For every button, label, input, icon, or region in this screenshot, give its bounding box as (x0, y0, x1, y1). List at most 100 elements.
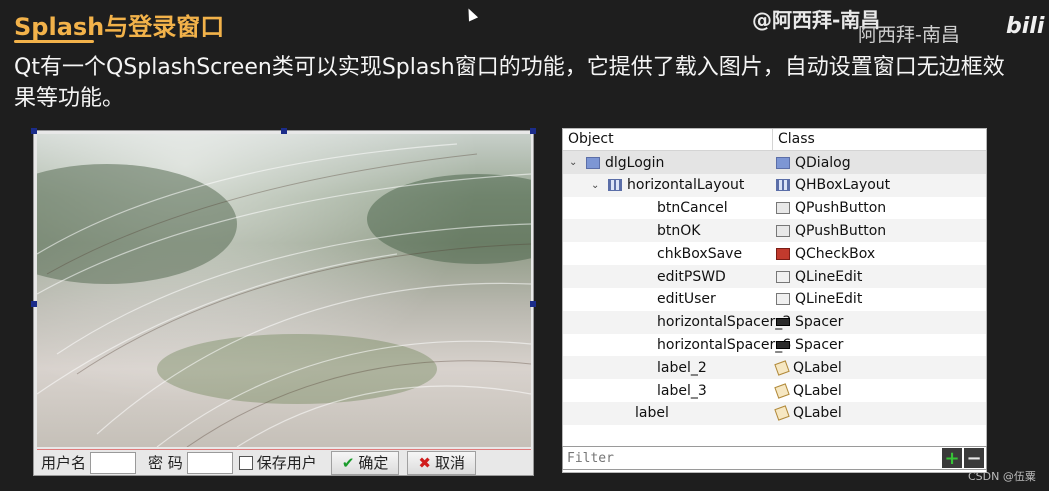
tree-row-class-name: QCheckBox (795, 245, 876, 262)
slide-title: Splash与登录窗口 (14, 6, 224, 42)
password-input[interactable] (186, 451, 233, 474)
tree-row[interactable]: horizontalSpacer_3 Spacer (563, 310, 986, 334)
spacer-icon (776, 340, 790, 349)
inspector-header: Object Class (563, 129, 986, 151)
tree-row[interactable]: chkBoxSave QCheckBox (563, 242, 986, 265)
tree-row-class-name: QPushButton (795, 222, 887, 239)
tree-row-object-name: chkBoxSave (657, 245, 743, 262)
tree-row-object-name: horizontalSpacer_6 (657, 336, 792, 353)
cancel-button[interactable]: ✖ 取消 (407, 450, 476, 475)
tree-row-object: horizontalSpacer_3 (657, 314, 791, 330)
tree-row-class-name: QLineEdit (795, 268, 863, 285)
grass-strokes (37, 143, 531, 447)
tree-row[interactable]: btnOK QPushButton (563, 219, 986, 243)
chevron-down-icon[interactable]: ⌄ (569, 157, 581, 168)
tree-row-class-name: QLabel (793, 359, 842, 376)
watermark-sub: 阿西拜-南昌 (858, 24, 960, 46)
layout-icon (776, 179, 790, 192)
tree-row-class-name: QHBoxLayout (795, 177, 891, 194)
bilibili-logo: bili (1006, 14, 1045, 39)
dialog-preview: 用户名 密 码 保存用户 ✔ 确定 ✖ 取消 (31, 128, 536, 476)
filter-input[interactable] (563, 447, 942, 469)
add-icon[interactable]: + (942, 448, 962, 469)
tree-row-object: editPSWD (657, 269, 726, 285)
tree-row-class: QPushButton (776, 223, 886, 239)
label-icon (774, 382, 790, 399)
tree-row[interactable]: editPSWD QLineEdit (563, 265, 986, 288)
check-icon: ✔ (341, 453, 355, 472)
tree-row[interactable]: ⌄ dlgLogin QDialog (563, 151, 986, 174)
tree-row-object-name: label (635, 405, 669, 422)
tree-row[interactable]: ⌄ horizontalLayout QHBoxLayout (563, 173, 986, 197)
tree-row-object: label_3 (657, 383, 707, 399)
resize-handle[interactable] (530, 301, 536, 307)
tree-row-object: btnCancel (657, 200, 728, 216)
spacer-icon (776, 318, 790, 327)
tree-row-class: QLabel (774, 359, 842, 376)
tree-row-class-name: QLabel (793, 405, 842, 422)
tree-row-class: QHBoxLayout (776, 177, 890, 193)
tree-row[interactable]: horizontalSpacer_6 Spacer (563, 333, 986, 356)
tree-row-object: label_2 (657, 360, 707, 376)
filter-bar: + − (562, 446, 987, 470)
tree-row-object-name: label_3 (657, 382, 707, 399)
tree-row[interactable]: editUser QLineEdit (563, 288, 986, 311)
tree-row-class: QLabel (774, 405, 842, 422)
ok-button[interactable]: ✔ 确定 (330, 450, 400, 475)
password-label: 密 码 (148, 454, 183, 472)
tree-row-object: btnOK (657, 223, 700, 239)
save-user-checkbox[interactable] (238, 455, 253, 470)
layout-icon (608, 179, 622, 192)
tree-row-object-name: horizontalSpacer_3 (657, 314, 792, 331)
tree-row-object-name: horizontalLayout (627, 177, 745, 194)
resize-handle[interactable] (281, 128, 287, 134)
tree-row-class: Spacer (776, 337, 843, 353)
resize-handle[interactable] (31, 301, 37, 307)
column-header-object[interactable]: Object (563, 129, 773, 150)
tree-row[interactable]: label_3 QLabel (563, 379, 986, 402)
footer-credit: CSDN @伍粟 (968, 470, 1036, 483)
username-label: 用户名 (41, 454, 87, 472)
resize-handle[interactable] (31, 128, 37, 134)
lineedit-icon (776, 293, 790, 306)
chevron-down-icon[interactable]: ⌄ (591, 180, 603, 191)
tree-row-object-name: editPSWD (657, 268, 726, 285)
tree-row[interactable]: btnCancel QPushButton (563, 197, 986, 220)
tree-row-object: ⌄ horizontalLayout (591, 177, 744, 193)
button-icon (776, 202, 790, 215)
object-inspector: Object Class ⌄ dlgLogin QDialog ⌄ horizontal… (562, 128, 987, 473)
column-header-class[interactable]: Class (773, 129, 815, 150)
tree-row-class-name: Spacer (795, 336, 844, 353)
tree-row-class: QPushButton (776, 200, 886, 216)
tree-row-class: QLineEdit (776, 291, 862, 307)
tree-row-object: editUser (657, 291, 716, 307)
tree-row-class: QCheckBox (776, 246, 875, 262)
tree-row-class-name: QLabel (793, 382, 842, 399)
tree-row[interactable]: label QLabel (563, 401, 986, 425)
username-input[interactable] (90, 451, 137, 474)
slide-title-text: Splash与登录窗口 (14, 13, 225, 41)
tree-row-object-name: editUser (657, 291, 716, 308)
tree-row-object-name: dlgLogin (605, 154, 665, 171)
resize-handle[interactable] (530, 128, 536, 134)
tree-row-class-name: QLineEdit (795, 291, 863, 308)
tree-row-object: horizontalSpacer_6 (657, 337, 791, 353)
tree-row-object-name: btnCancel (657, 200, 728, 217)
mouse-cursor-icon (463, 6, 479, 22)
tree-row-class: Spacer (776, 314, 843, 330)
splash-photo (37, 134, 531, 447)
ok-button-label: 确定 (358, 454, 389, 472)
tree-row[interactable]: label_2 QLabel (563, 356, 986, 380)
tree-row-class: QDialog (776, 155, 851, 171)
lineedit-icon (776, 270, 790, 283)
checkbox-icon (776, 247, 790, 260)
tree-row-class: QLabel (774, 382, 842, 399)
save-user-label: 保存用户 (256, 454, 317, 472)
remove-icon[interactable]: − (964, 448, 984, 469)
tree-row-object: ⌄ dlgLogin (569, 155, 664, 171)
tree-row-object-name: label_2 (657, 359, 707, 376)
dialog-icon (586, 156, 600, 169)
tree-row-class: QLineEdit (776, 269, 862, 285)
tree-row-object-name: btnOK (657, 222, 701, 239)
button-icon (776, 224, 790, 237)
